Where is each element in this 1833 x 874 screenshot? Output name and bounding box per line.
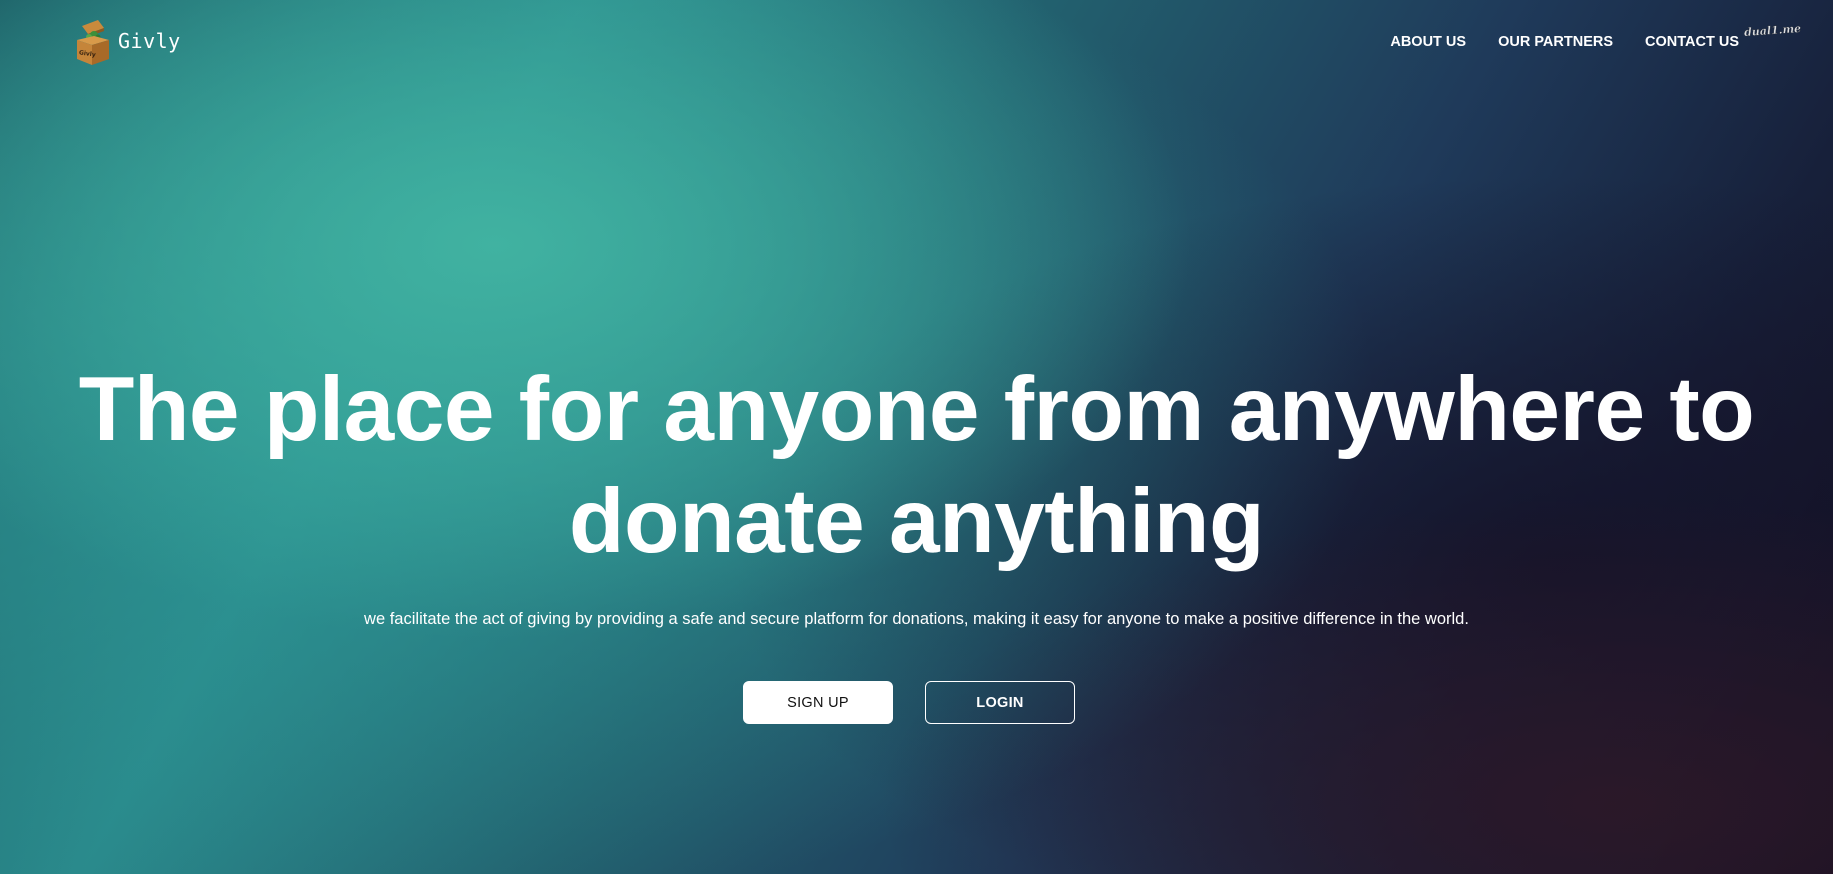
nav-contact-us[interactable]: CONTACT US [1645, 34, 1739, 50]
hero-subtitle: we facilitate the act of giving by provi… [364, 610, 1469, 628]
nav-our-partners[interactable]: OUR PARTNERS [1498, 34, 1613, 50]
top-navigation-bar: Givly Givly ABOUT US OUR PARTNERS CONTAC… [0, 0, 1833, 84]
hero-actions: SIGN UP LOGIN [743, 681, 1075, 724]
watermark: dual1.me [1743, 22, 1802, 39]
hero-title: The place for anyone from anywhere to do… [78, 359, 1755, 572]
brand[interactable]: Givly Givly [74, 18, 181, 68]
sign-up-button[interactable]: SIGN UP [743, 681, 893, 724]
nav-about-us[interactable]: ABOUT US [1390, 34, 1466, 50]
gift-box-icon: Givly [77, 20, 109, 65]
login-button[interactable]: LOGIN [925, 681, 1075, 724]
brand-name: Givly [118, 29, 181, 53]
main-nav: ABOUT US OUR PARTNERS CONTACT US [1390, 34, 1739, 50]
